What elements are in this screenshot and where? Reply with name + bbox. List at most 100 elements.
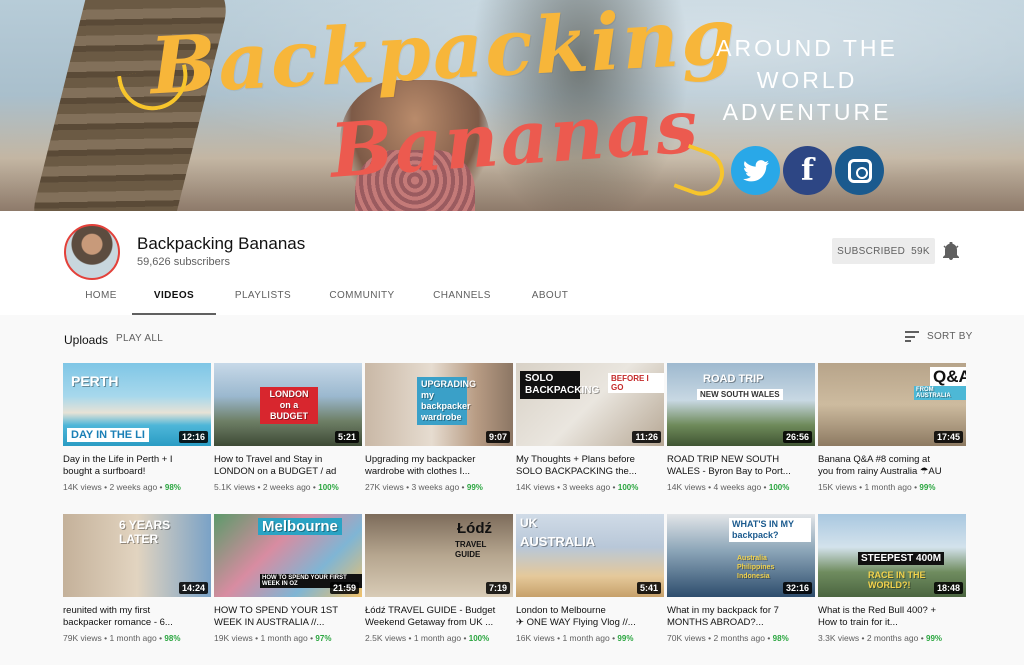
tagline-line: ADVENTURE bbox=[722, 99, 892, 125]
video-meta: 14K views • 4 weeks ago • 100% bbox=[667, 482, 815, 492]
video-row: 6 YEARS LATER 14:24 reunited with my first… bbox=[63, 514, 966, 652]
video-card[interactable]: 6 YEARS LATER 14:24 reunited with my first… bbox=[63, 514, 211, 652]
video-title[interactable]: reunited with my first backpacker romance… bbox=[63, 605, 211, 629]
sort-by-button[interactable]: SORT BY bbox=[905, 331, 973, 342]
video-card[interactable]: ROAD TRIP NEW SOUTH WALES 26:56 ROAD TRIP N… bbox=[667, 363, 815, 501]
meta-separator: • bbox=[459, 482, 467, 492]
video-meta: 14K views • 2 weeks ago • 98% bbox=[63, 482, 211, 492]
video-meta: 5.1K views • 2 weeks ago • 100% bbox=[214, 482, 362, 492]
video-card[interactable]: Melbourne HOW TO SPEND YOUR FIRST WEEK IN… bbox=[214, 514, 362, 652]
video-meta: 79K views • 1 month ago • 98% bbox=[63, 633, 211, 643]
video-like-percent: 99% bbox=[617, 634, 634, 643]
subscribed-button[interactable]: SUBSCRIBED 59K bbox=[832, 238, 935, 264]
facebook-icon[interactable]: f bbox=[783, 146, 832, 195]
thumbnail-overlay-text: Melbourne bbox=[258, 518, 342, 535]
video-card[interactable]: WHAT'S IN MY backpack? Australia Philippi… bbox=[667, 514, 815, 652]
video-thumbnail[interactable]: UPGRADING my backpacker wardrobe 9:07 bbox=[365, 363, 513, 446]
video-title[interactable]: ROAD TRIP NEW SOUTH WALES - Byron Bay to … bbox=[667, 454, 815, 478]
video-duration: 12:16 bbox=[178, 431, 208, 443]
video-title[interactable]: London to Melbourne ✈ ONE WAY Flying Vlog… bbox=[516, 605, 664, 629]
subscribed-label: SUBSCRIBED bbox=[837, 245, 906, 257]
video-title[interactable]: How to Travel and Stay in LONDON on a BUD… bbox=[214, 454, 362, 478]
video-duration: 5:21 bbox=[334, 431, 359, 443]
tab-videos[interactable]: VIDEOS bbox=[132, 283, 216, 315]
video-like-percent: 99% bbox=[926, 634, 943, 643]
video-thumbnail[interactable]: DAY IN THE LI PERTH 12:16 bbox=[63, 363, 211, 446]
video-card[interactable]: STEEPEST 400M RACE IN THE WORLD?! 18:48 Wha… bbox=[818, 514, 966, 652]
channel-banner: Backpacking Bananas AROUND THE WORLD ADV… bbox=[0, 0, 1024, 211]
thumbnail-overlay-text: WHAT'S IN MY backpack? bbox=[729, 518, 811, 542]
video-thumbnail[interactable]: UK AUSTRALIA 5:41 bbox=[516, 514, 664, 597]
instagram-icon[interactable] bbox=[835, 146, 884, 195]
tab-channels[interactable]: CHANNELS bbox=[414, 283, 510, 315]
video-duration: 18:48 bbox=[933, 582, 963, 594]
video-thumbnail[interactable]: SOLO BACKPACKING BEFORE I GO 11:26 bbox=[516, 363, 664, 446]
video-title-line: wardrobe with clothes I... bbox=[365, 466, 471, 477]
uploads-title[interactable]: Uploads bbox=[64, 333, 108, 347]
video-title-line: How to train for it... bbox=[818, 617, 898, 628]
video-title[interactable]: HOW TO SPEND YOUR 1ST WEEK IN AUSTRALIA /… bbox=[214, 605, 362, 629]
video-title-line: ✈ ONE WAY Flying Vlog //... bbox=[516, 617, 636, 628]
video-duration: 21:59 bbox=[329, 582, 359, 594]
thumbnail-overlay-subtext: PERTH bbox=[71, 373, 119, 389]
video-meta: 15K views • 1 month ago • 99% bbox=[818, 482, 966, 492]
video-title-line: Weekend Getaway from UK ... bbox=[365, 617, 494, 628]
video-thumbnail[interactable]: Melbourne HOW TO SPEND YOUR FIRST WEEK IN… bbox=[214, 514, 362, 597]
video-meta: 2.5K views • 1 month ago • 100% bbox=[365, 633, 513, 643]
video-age: 2 weeks ago bbox=[109, 482, 158, 492]
uploads-bar: Uploads PLAY ALL SORT BY bbox=[0, 315, 1024, 359]
meta-separator: • bbox=[610, 482, 618, 492]
video-thumbnail[interactable]: LONDON on a BUDGET 5:21 bbox=[214, 363, 362, 446]
video-title[interactable]: What in my backpack for 7 MONTHS ABROAD?.… bbox=[667, 605, 815, 629]
video-thumbnail[interactable]: Q&A FROM AUSTRALIA 17:45 bbox=[818, 363, 966, 446]
tab-about[interactable]: ABOUT bbox=[510, 283, 590, 315]
video-card[interactable]: Q&A FROM AUSTRALIA 17:45 Banana Q&A #8 comi… bbox=[818, 363, 966, 501]
tab-community[interactable]: COMMUNITY bbox=[310, 283, 414, 315]
thumbnail-overlay-subtext: TRAVEL GUIDE bbox=[455, 540, 487, 559]
video-title-line: What in my backpack for 7 bbox=[667, 605, 779, 616]
video-thumbnail[interactable]: WHAT'S IN MY backpack? Australia Philippi… bbox=[667, 514, 815, 597]
video-card[interactable]: UPGRADING my backpacker wardrobe 9:07 Upgr… bbox=[365, 363, 513, 501]
video-title-line: WEEK IN AUSTRALIA //... bbox=[214, 617, 325, 628]
video-title[interactable]: What is the Red Bull 400? + How to train … bbox=[818, 605, 966, 629]
video-card[interactable]: LONDON on a BUDGET 5:21 How to Travel and … bbox=[214, 363, 362, 501]
meta-separator: • bbox=[918, 633, 927, 643]
video-like-percent: 99% bbox=[919, 483, 936, 492]
video-views: 14K views bbox=[63, 482, 102, 492]
video-title[interactable]: My Thoughts + Plans before SOLO BACKPACKI… bbox=[516, 454, 664, 478]
sort-icon bbox=[905, 331, 919, 342]
video-like-percent: 98% bbox=[164, 483, 181, 492]
video-title-line: SOLO BACKPACKING the... bbox=[516, 466, 637, 477]
video-age: 3 weeks ago bbox=[562, 482, 611, 492]
video-card[interactable]: Łódź TRAVEL GUIDE 7:19 Łódź TRAVEL GUIDE - … bbox=[365, 514, 513, 652]
play-all-button[interactable]: PLAY ALL bbox=[116, 333, 163, 344]
video-card[interactable]: SOLO BACKPACKING BEFORE I GO 11:26 My Thoug… bbox=[516, 363, 664, 501]
thumbnail-overlay-text: LONDON on a BUDGET bbox=[260, 387, 318, 424]
video-title[interactable]: Łódź TRAVEL GUIDE - Budget Weekend Getawa… bbox=[365, 605, 513, 629]
video-title-line: MONTHS ABROAD?... bbox=[667, 617, 764, 628]
video-thumbnail[interactable]: 6 YEARS LATER 14:24 bbox=[63, 514, 211, 597]
video-title[interactable]: Day in the Life in Perth + Ibought a sur… bbox=[63, 454, 211, 478]
video-meta: 16K views • 1 month ago • 99% bbox=[516, 633, 664, 643]
video-title[interactable]: Upgrading my backpacker wardrobe with clo… bbox=[365, 454, 513, 478]
video-card[interactable]: DAY IN THE LI PERTH 12:16 Day in the Life i… bbox=[63, 363, 211, 501]
video-meta: 27K views • 3 weeks ago • 99% bbox=[365, 482, 513, 492]
tab-playlists[interactable]: PLAYLISTS bbox=[216, 283, 310, 315]
video-title[interactable]: Banana Q&A #8 coming at you from rainy Au… bbox=[818, 454, 966, 478]
twitter-icon[interactable] bbox=[731, 146, 780, 195]
video-like-percent: 100% bbox=[318, 483, 339, 492]
tab-home[interactable]: HOME bbox=[70, 283, 132, 315]
banner-tagline: AROUND THE WORLD ADVENTURE bbox=[712, 32, 902, 128]
video-title-line: you from rainy Australia ☂AU bbox=[818, 466, 942, 477]
video-views: 2.5K views bbox=[365, 633, 407, 643]
video-thumbnail[interactable]: ROAD TRIP NEW SOUTH WALES 26:56 bbox=[667, 363, 815, 446]
meta-separator: • bbox=[761, 482, 769, 492]
thumbnail-overlay-text: ROAD TRIP bbox=[703, 373, 764, 385]
video-thumbnail[interactable]: STEEPEST 400M RACE IN THE WORLD?! 18:48 bbox=[818, 514, 966, 597]
video-thumbnail[interactable]: Łódź TRAVEL GUIDE 7:19 bbox=[365, 514, 513, 597]
video-card[interactable]: UK AUSTRALIA 5:41 London to Melbourne ✈ ONE … bbox=[516, 514, 664, 652]
channel-avatar[interactable] bbox=[64, 224, 120, 280]
video-title-line: bought a surfboard! bbox=[63, 466, 146, 477]
notification-bell-icon[interactable] bbox=[943, 241, 959, 260]
video-duration: 7:19 bbox=[485, 582, 510, 594]
